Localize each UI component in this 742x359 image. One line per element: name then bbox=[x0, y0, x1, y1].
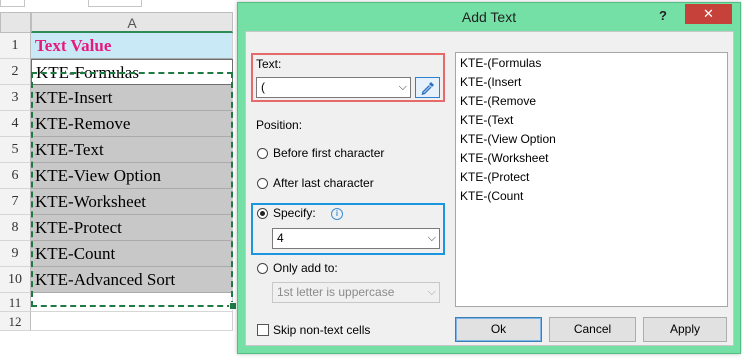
table-cell[interactable]: KTE-Count bbox=[31, 241, 233, 267]
specify-radio[interactable] bbox=[257, 208, 268, 219]
after-last-label[interactable]: After last character bbox=[273, 176, 374, 190]
text-label: Text: bbox=[256, 57, 282, 71]
row-number[interactable]: 10 bbox=[0, 267, 31, 293]
skip-non-text-label[interactable]: Skip non-text cells bbox=[273, 323, 370, 337]
position-label: Position: bbox=[256, 118, 303, 132]
row-number[interactable]: 3 bbox=[0, 85, 31, 111]
sheet-tab-stub bbox=[88, 0, 142, 7]
text-input-value: ( bbox=[261, 80, 265, 94]
sheet-tab-stub bbox=[0, 0, 25, 7]
info-icon: i bbox=[331, 208, 343, 220]
table-cell[interactable] bbox=[31, 312, 233, 331]
row-number[interactable]: 12 bbox=[0, 312, 31, 331]
preview-item: KTE-(Text bbox=[460, 113, 514, 127]
row-number[interactable]: 4 bbox=[0, 111, 31, 137]
specify-label[interactable]: Specify: bbox=[273, 206, 316, 220]
preview-item: KTE-(Insert bbox=[460, 75, 522, 89]
skip-non-text-checkbox[interactable] bbox=[257, 324, 269, 336]
specify-position-input[interactable]: 4 ⌵ bbox=[272, 228, 440, 249]
only-add-to-radio[interactable] bbox=[257, 263, 268, 274]
table-cell[interactable]: KTE-Formulas bbox=[31, 59, 233, 85]
add-text-dialog: Add Text ? ✕ Text: ( ⌵ Position: Before … bbox=[237, 2, 741, 354]
before-first-label[interactable]: Before first character bbox=[273, 146, 384, 160]
table-cell[interactable] bbox=[31, 293, 233, 312]
select-all-corner[interactable] bbox=[0, 12, 31, 33]
ok-button[interactable]: Ok bbox=[455, 317, 542, 342]
preview-list[interactable]: KTE-(Formulas KTE-(Insert KTE-(Remove KTE-(… bbox=[455, 52, 728, 307]
text-input[interactable]: ( ⌵ bbox=[256, 77, 411, 98]
only-add-to-select[interactable]: 1st letter is uppercase ⌵ bbox=[272, 282, 440, 303]
row-number[interactable]: 7 bbox=[0, 189, 31, 215]
only-add-to-value: 1st letter is uppercase bbox=[277, 285, 395, 299]
eyedropper-icon[interactable] bbox=[415, 77, 440, 98]
help-button[interactable]: ? bbox=[652, 6, 674, 26]
table-cell[interactable]: KTE-Protect bbox=[31, 215, 233, 241]
close-button[interactable]: ✕ bbox=[685, 4, 732, 24]
row-number[interactable]: 6 bbox=[0, 163, 31, 189]
header-cell[interactable]: Text Value bbox=[31, 33, 233, 59]
only-add-to-label[interactable]: Only add to: bbox=[273, 261, 338, 275]
preview-item: KTE-(Formulas bbox=[460, 56, 542, 70]
preview-item: KTE-(View Option bbox=[460, 132, 556, 146]
table-cell[interactable]: KTE-Insert bbox=[31, 85, 233, 111]
table-cell[interactable]: KTE-Worksheet bbox=[31, 189, 233, 215]
column-header-a[interactable]: A bbox=[31, 12, 233, 33]
after-last-radio[interactable] bbox=[257, 178, 268, 189]
table-cell[interactable]: KTE-View Option bbox=[31, 163, 233, 189]
preview-item: KTE-(Protect bbox=[460, 170, 530, 184]
table-cell[interactable]: KTE-Advanced Sort bbox=[31, 267, 233, 293]
fill-handle[interactable] bbox=[229, 302, 237, 310]
cancel-button[interactable]: Cancel bbox=[549, 317, 636, 342]
row-number[interactable]: 5 bbox=[0, 137, 31, 163]
table-cell[interactable]: KTE-Text bbox=[31, 137, 233, 163]
row-number[interactable]: 1 bbox=[0, 33, 31, 59]
before-first-radio[interactable] bbox=[257, 148, 268, 159]
apply-button[interactable]: Apply bbox=[643, 317, 727, 342]
preview-item: KTE-(Count bbox=[460, 189, 524, 203]
row-number[interactable]: 2 bbox=[0, 59, 31, 85]
table-cell[interactable]: KTE-Remove bbox=[31, 111, 233, 137]
row-number[interactable]: 8 bbox=[0, 215, 31, 241]
preview-item: KTE-(Worksheet bbox=[460, 151, 549, 165]
row-number[interactable]: 11 bbox=[0, 293, 31, 312]
chevron-down-icon[interactable]: ⌵ bbox=[399, 78, 407, 97]
preview-item: KTE-(Remove bbox=[460, 94, 537, 108]
specify-position-value: 4 bbox=[277, 231, 284, 245]
row-number[interactable]: 9 bbox=[0, 241, 31, 267]
chevron-down-icon: ⌵ bbox=[427, 286, 436, 298]
dialog-body: Text: ( ⌵ Position: Before first charact… bbox=[245, 31, 734, 346]
chevron-down-icon[interactable]: ⌵ bbox=[428, 229, 436, 248]
